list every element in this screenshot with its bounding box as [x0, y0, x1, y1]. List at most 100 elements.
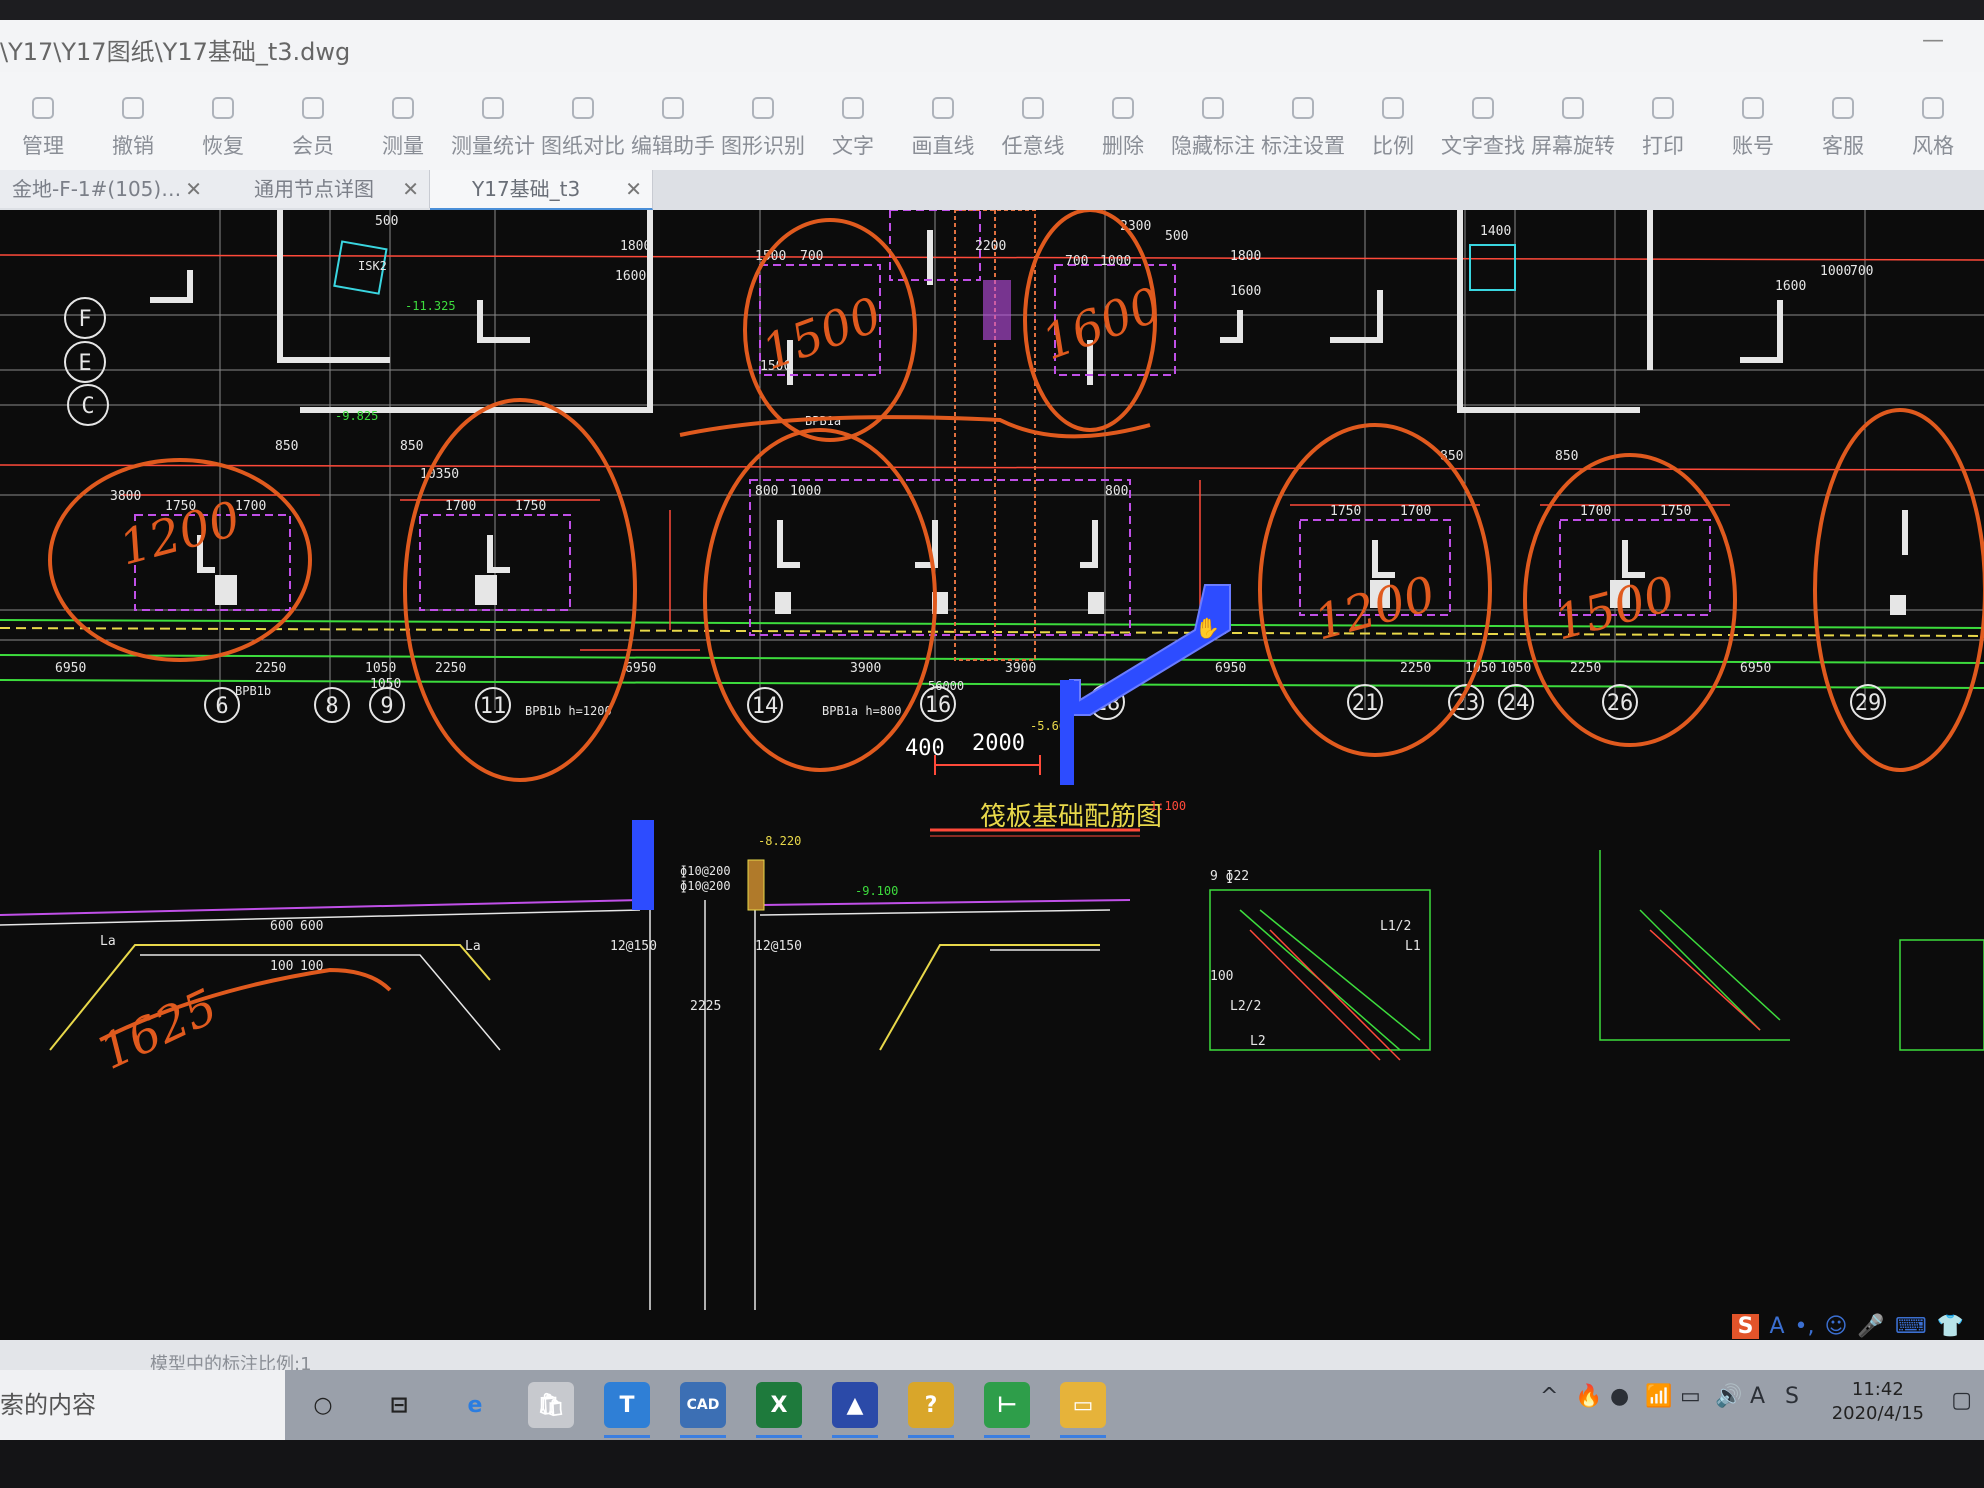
tray-item-icon[interactable]: S: [1785, 1384, 1799, 1409]
tray-item-icon[interactable]: ●: [1610, 1384, 1629, 1409]
tray-item-icon[interactable]: A: [1750, 1384, 1765, 1409]
close-icon[interactable]: ✕: [402, 170, 419, 208]
svg-text:1000: 1000: [790, 484, 821, 499]
toolbar-button-vip[interactable]: 会员: [270, 90, 356, 160]
svg-text:✋: ✋: [1195, 616, 1220, 640]
cad-icon[interactable]: CAD: [680, 1382, 726, 1438]
ime-item-icon[interactable]: ⌨: [1895, 1314, 1927, 1339]
svg-text:1750: 1750: [515, 499, 546, 514]
folder-icon[interactable]: ▭: [1060, 1382, 1106, 1438]
close-icon[interactable]: ✕: [625, 170, 642, 208]
svg-text:L2: L2: [1250, 1034, 1266, 1049]
svg-text:La: La: [465, 939, 481, 954]
toolbar-button-hide-annotation[interactable]: 隐藏标注: [1170, 90, 1256, 160]
svg-text:1050: 1050: [1500, 661, 1531, 676]
svg-text:700: 700: [800, 249, 823, 264]
toolbar-label: 风格: [1912, 134, 1954, 158]
toolbar-button-redo[interactable]: 恢复: [180, 90, 266, 160]
toolbar-button-compare[interactable]: 图纸对比: [540, 90, 626, 160]
tray-item-icon[interactable]: ▭: [1680, 1384, 1701, 1409]
triangle-app-icon[interactable]: ▲: [832, 1382, 878, 1438]
tab-label: Y17基础_t3: [472, 177, 581, 201]
task-view-icon[interactable]: ⊟: [376, 1382, 422, 1428]
svg-text:ɸ10@200: ɸ10@200: [680, 864, 731, 878]
toolbar-button-shape-recognition[interactable]: 图形识别: [720, 90, 806, 160]
svg-text:6950: 6950: [55, 661, 86, 676]
toolbar-button-eraser[interactable]: 删除: [1080, 90, 1166, 160]
svg-text:-11.325: -11.325: [405, 299, 456, 313]
ime-item-icon[interactable]: •,: [1795, 1314, 1815, 1339]
svg-text:1600: 1600: [615, 269, 646, 284]
toolbar-label: 客服: [1822, 134, 1864, 158]
svg-text:3800: 3800: [110, 489, 141, 504]
ime-toolbar: S A •, ☺ 🎤 ⌨ 👕: [1731, 1310, 1964, 1342]
help-app-icon[interactable]: ?: [908, 1382, 954, 1438]
toolbar-button-edit-assistant[interactable]: 编辑助手: [630, 90, 716, 160]
tab-jindi[interactable]: 金地-F-1#(105)… ✕: [0, 170, 213, 208]
svg-text:600: 600: [270, 919, 293, 934]
toolbar-button-text[interactable]: 文字: [810, 90, 896, 160]
tray-item-icon[interactable]: ^: [1540, 1384, 1558, 1409]
axis-col-label: 14: [752, 694, 779, 719]
svg-text:1200: 1200: [1309, 566, 1441, 652]
svg-text:1050: 1050: [365, 661, 396, 676]
notification-icon[interactable]: ▢: [1951, 1388, 1972, 1413]
toolbar-button-line[interactable]: 画直线: [900, 90, 986, 160]
ime-item-icon[interactable]: A: [1769, 1314, 1784, 1339]
toolbar-button-text-search[interactable]: 文字查找: [1440, 90, 1526, 160]
tray-item-icon[interactable]: 📶: [1645, 1384, 1672, 1409]
axis-col-label: 21: [1352, 691, 1379, 716]
toolbar-button-print[interactable]: 打印: [1620, 90, 1706, 160]
tab-common-details[interactable]: 通用节点详图 ✕: [212, 170, 430, 208]
support-icon: [1800, 90, 1886, 126]
toolbar-button-rotate-screen[interactable]: 屏幕旋转: [1530, 90, 1616, 160]
toolbar-button-manage[interactable]: 管理: [0, 90, 86, 160]
svg-text:9 ɸ22: 9 ɸ22: [1210, 869, 1249, 884]
toolbar-button-pen[interactable]: 任意线: [990, 90, 1076, 160]
toolbar-button-measure[interactable]: 测量: [360, 90, 446, 160]
drawing-canvas[interactable]: F E C 6 8 9 11 14 16 18 21 23 24 26 29: [0, 210, 1984, 1340]
svg-text:700: 700: [1850, 264, 1873, 279]
excel-icon[interactable]: X: [756, 1382, 802, 1438]
green-app-icon[interactable]: ⊢: [984, 1382, 1030, 1438]
toolbar-button-account[interactable]: 账号: [1710, 90, 1796, 160]
tab-y17-foundation[interactable]: Y17基础_t3 ✕: [430, 170, 653, 210]
toolbar-button-support[interactable]: 客服: [1800, 90, 1886, 160]
minimize-icon[interactable]: —: [1922, 28, 1944, 53]
scale-icon: [1350, 90, 1436, 126]
search-box[interactable]: 索的内容: [0, 1370, 285, 1440]
ime-item-icon[interactable]: S: [1731, 1313, 1760, 1339]
user-dimension: [934, 755, 1041, 775]
svg-text:1700: 1700: [445, 499, 476, 514]
svg-text:1700: 1700: [1580, 504, 1611, 519]
t-app-icon[interactable]: T: [604, 1382, 650, 1438]
axis-col-label: 16: [925, 693, 952, 718]
edge-icon[interactable]: e: [452, 1382, 498, 1428]
monitor-screen: \Y17\Y17图纸\Y17基础_t3.dwg — 管理 撤销 恢复 会员 测量 测量统计…: [0, 0, 1984, 1488]
ime-item-icon[interactable]: 🎤: [1857, 1314, 1884, 1339]
toolbar-button-style[interactable]: 风格: [1890, 90, 1976, 160]
toolbar-button-scale[interactable]: 比例: [1350, 90, 1436, 160]
toolbar-button-measure-stats[interactable]: 测量统计: [450, 90, 536, 160]
eraser-icon: [1080, 90, 1166, 126]
toolbar-label: 恢复: [202, 134, 244, 158]
ime-item-icon[interactable]: 👕: [1937, 1314, 1964, 1339]
measure-icon: [360, 90, 446, 126]
axis-col-label: 6: [215, 694, 228, 719]
ime-item-icon[interactable]: ☺: [1824, 1314, 1847, 1339]
svg-text:BPB1b: BPB1b: [235, 684, 271, 698]
line-icon: [900, 90, 986, 126]
svg-text:100: 100: [300, 959, 323, 974]
toolbar-button-undo[interactable]: 撤销: [90, 90, 176, 160]
cortana-icon[interactable]: ○: [300, 1382, 346, 1428]
store-icon[interactable]: 🛍: [528, 1382, 574, 1428]
hide-annotation-icon: [1170, 90, 1256, 126]
svg-text:-9.825: -9.825: [335, 409, 378, 423]
toolbar-label: 任意线: [1001, 134, 1065, 158]
tray-item-icon[interactable]: 🔊: [1715, 1384, 1742, 1409]
tab-label: 通用节点详图: [254, 177, 374, 201]
system-clock[interactable]: 11:42 2020/4/15: [1832, 1378, 1924, 1426]
tray-item-icon[interactable]: 🔥: [1575, 1384, 1602, 1409]
close-icon[interactable]: ✕: [185, 170, 202, 208]
toolbar-button-annotation-settings[interactable]: 标注设置: [1260, 90, 1346, 160]
